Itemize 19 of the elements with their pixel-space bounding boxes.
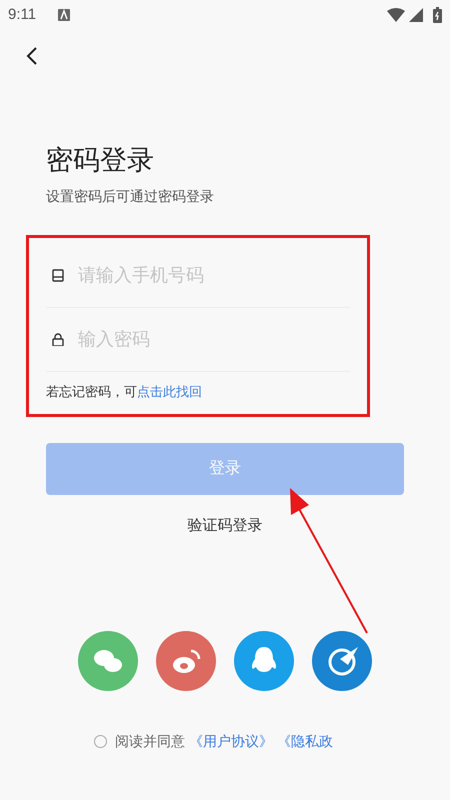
qq-login-icon[interactable] bbox=[234, 631, 294, 691]
phone-icon bbox=[52, 269, 64, 282]
forgot-password-text: 若忘记密码，可点击此找回 bbox=[46, 383, 202, 401]
recover-link[interactable]: 点击此找回 bbox=[137, 384, 202, 399]
agreement-link[interactable]: 《隐私政 bbox=[277, 731, 333, 752]
weibo-login-icon[interactable] bbox=[156, 631, 216, 691]
signal-icon bbox=[409, 8, 423, 22]
wifi-icon bbox=[387, 8, 405, 22]
battery-icon bbox=[433, 7, 442, 23]
lock-icon bbox=[52, 333, 64, 346]
sms-login-link[interactable]: 验证码登录 bbox=[188, 514, 262, 537]
paper-plane-login-icon[interactable] bbox=[312, 631, 372, 691]
wechat-login-icon[interactable] bbox=[78, 631, 138, 691]
agreement-checkbox[interactable] bbox=[94, 735, 107, 748]
page-subtitle: 设置密码后可通过密码登录 bbox=[46, 187, 214, 206]
agreement-link[interactable]: 《用户协议》 bbox=[189, 731, 273, 752]
agreement-text: 阅读并同意 bbox=[115, 732, 185, 751]
page-title: 密码登录 bbox=[46, 144, 154, 177]
status-time: 9:11 bbox=[8, 4, 36, 25]
